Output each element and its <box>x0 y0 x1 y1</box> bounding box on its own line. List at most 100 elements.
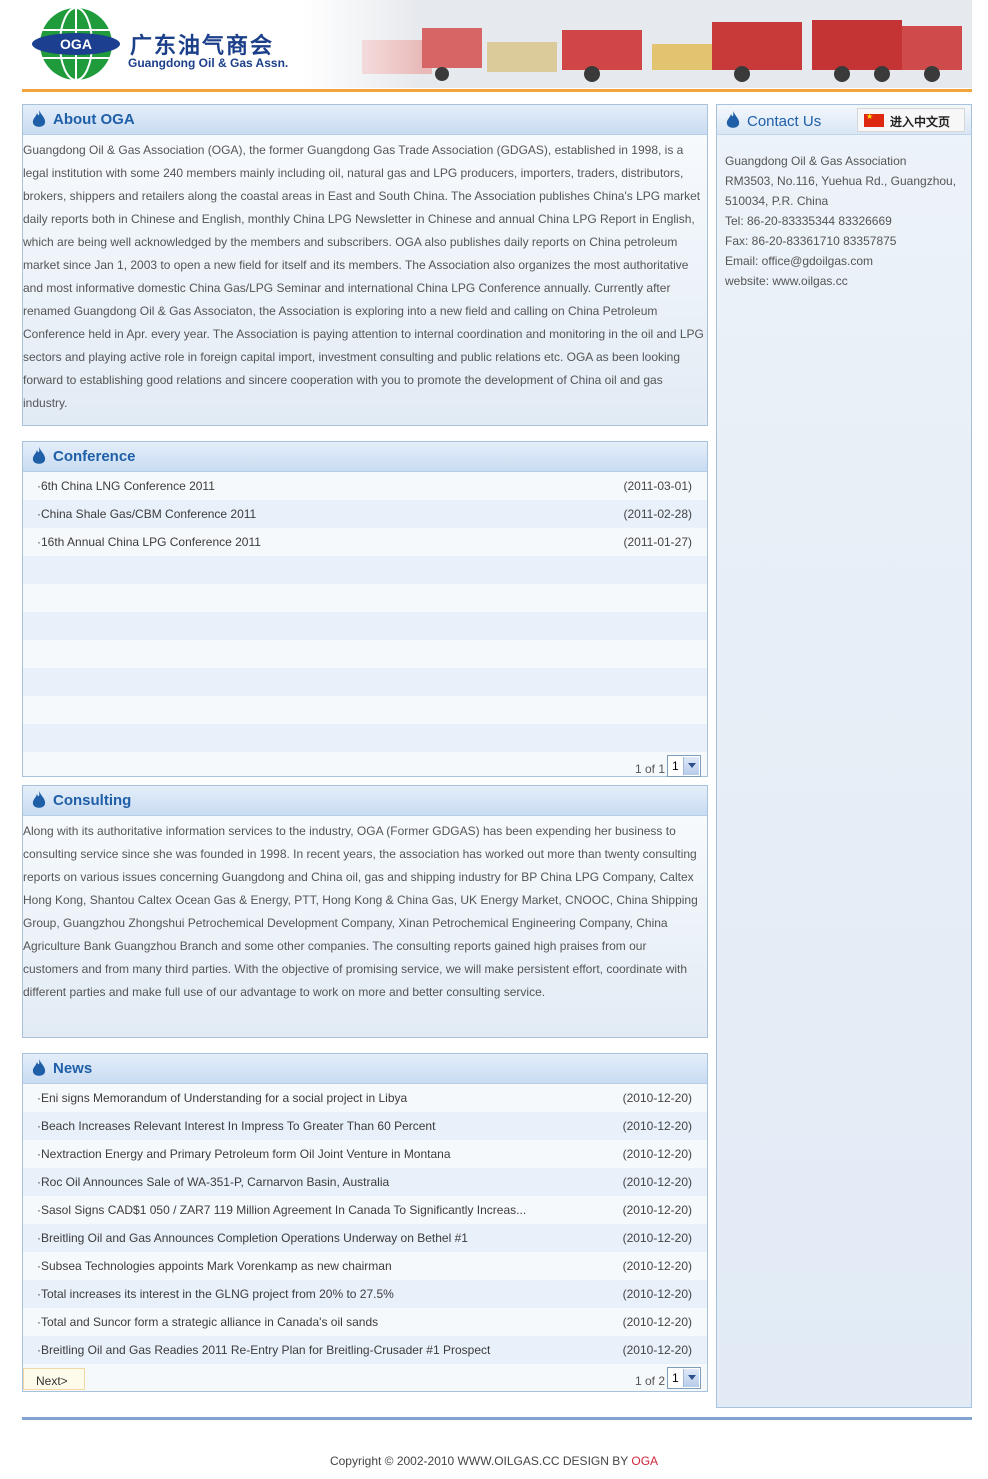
empty-row <box>23 640 707 668</box>
news-panel: News ·Eni signs Memorandum of Understand… <box>22 1053 708 1392</box>
conference-title: Conference <box>53 448 136 465</box>
contact-email[interactable]: Email: office@gdoilgas.com <box>725 251 971 271</box>
contact-line: Guangdong Oil & Gas Association <box>725 154 907 168</box>
empty-row <box>23 612 707 640</box>
header-banner-image <box>302 0 972 88</box>
list-item[interactable]: ·Breitling Oil and Gas Readies 2011 Re-E… <box>23 1336 707 1364</box>
news-item-date: (2010-12-20) <box>622 1175 692 1189</box>
news-item-date: (2010-12-20) <box>622 1287 692 1301</box>
news-title: News <box>53 1060 93 1077</box>
chevron-down-icon[interactable] <box>683 757 699 775</box>
news-item-title[interactable]: ·Nextraction Energy and Primary Petroleu… <box>37 1147 451 1161</box>
news-item-date: (2010-12-20) <box>622 1119 692 1133</box>
flame-icon <box>32 447 46 464</box>
flame-icon <box>32 791 46 808</box>
news-item-date: (2010-12-20) <box>622 1203 692 1217</box>
logo-english-name: Guangdong Oil & Gas Assn. <box>128 56 289 70</box>
page-info: 1 of 1 <box>634 762 665 776</box>
list-item[interactable]: ·China Shale Gas/CBM Conference 2011 (20… <box>23 500 707 528</box>
news-item-date: (2010-12-20) <box>622 1259 692 1273</box>
list-item[interactable]: ·Roc Oil Announces Sale of WA-351-P, Car… <box>23 1168 707 1196</box>
news-item-title[interactable]: ·Beach Increases Relevant Interest In Im… <box>37 1119 435 1133</box>
news-list: ·Eni signs Memorandum of Understanding f… <box>23 1084 707 1364</box>
conference-item-title[interactable]: ·16th Annual China LPG Conference 2011 <box>37 535 261 549</box>
list-item[interactable]: ·Beach Increases Relevant Interest In Im… <box>23 1112 707 1140</box>
consulting-header: Consulting <box>23 786 707 816</box>
flame-icon <box>32 1059 46 1076</box>
conference-panel: Conference ·6th China LNG Conference 201… <box>22 441 708 777</box>
conference-list: ·6th China LNG Conference 2011 (2011-03-… <box>23 472 707 752</box>
copyright-text: Copyright © 2002-2010 WWW.OILGAS.CC DESI… <box>329 1454 632 1468</box>
about-text: Guangdong Oil & Gas Association (OGA), t… <box>23 135 707 425</box>
contact-sidebar: Contact Us 进入中文页 Guangdong Oil & Gas Ass… <box>716 104 972 1408</box>
about-header: About OGA <box>23 105 707 135</box>
conference-item-date: (2011-01-27) <box>623 535 692 549</box>
contact-title: Contact Us <box>747 113 822 130</box>
list-item[interactable]: ·Total increases its interest in the GLN… <box>23 1280 707 1308</box>
flame-icon <box>726 111 740 128</box>
news-header: News <box>23 1054 707 1084</box>
consulting-text: Along with its authoritative information… <box>23 816 707 1037</box>
consulting-title: Consulting <box>53 792 132 809</box>
conference-item-date: (2011-03-01) <box>623 479 692 493</box>
conference-item-date: (2011-02-28) <box>623 507 692 521</box>
chevron-down-icon[interactable] <box>683 1369 699 1387</box>
empty-row <box>23 724 707 752</box>
trucks-banner-icon <box>302 0 972 88</box>
contact-header: Contact Us 进入中文页 <box>717 105 971 135</box>
china-flag-icon <box>864 112 884 127</box>
page-select-value: 1 <box>672 1371 679 1385</box>
empty-row <box>23 668 707 696</box>
empty-row <box>23 696 707 724</box>
conference-item-title[interactable]: ·China Shale Gas/CBM Conference 2011 <box>37 507 256 521</box>
page-select-value: 1 <box>672 759 679 773</box>
copyright: Copyright © 2002-2010 WWW.OILGAS.CC DESI… <box>0 1454 988 1468</box>
news-item-title[interactable]: ·Subsea Technologies appoints Mark Voren… <box>37 1259 392 1273</box>
news-item-date: (2010-12-20) <box>622 1343 692 1357</box>
globe-logo-icon: OGA <box>32 7 120 81</box>
news-item-date: (2010-12-20) <box>622 1231 692 1245</box>
contact-line: Tel: 86-20-83335344 83326669 <box>725 214 892 228</box>
conference-item-title[interactable]: ·6th China LNG Conference 2011 <box>37 479 215 493</box>
contact-line: Fax: 86-20-83361710 83357875 <box>725 234 897 248</box>
news-item-title[interactable]: ·Sasol Signs CAD$1 050 / ZAR7 119 Millio… <box>37 1203 526 1217</box>
site-header: OGA 广东油气商会 Guangdong Oil & Gas Assn. <box>22 0 972 92</box>
news-item-date: (2010-12-20) <box>622 1315 692 1329</box>
about-panel: About OGA Guangdong Oil & Gas Associatio… <box>22 104 708 426</box>
news-item-title[interactable]: ·Total increases its interest in the GLN… <box>37 1287 394 1301</box>
list-item[interactable]: ·Subsea Technologies appoints Mark Voren… <box>23 1252 707 1280</box>
list-item[interactable]: ·Sasol Signs CAD$1 050 / ZAR7 119 Millio… <box>23 1196 707 1224</box>
list-item[interactable]: ·16th Annual China LPG Conference 2011 (… <box>23 528 707 556</box>
empty-row <box>23 584 707 612</box>
conference-header: Conference <box>23 442 707 472</box>
chinese-page-label: 进入中文页 <box>890 115 951 129</box>
news-item-date: (2010-12-20) <box>622 1147 692 1161</box>
contact-line: 510034, P.R. China <box>725 194 829 208</box>
list-item[interactable]: ·6th China LNG Conference 2011 (2011-03-… <box>23 472 707 500</box>
about-title: About OGA <box>53 111 135 128</box>
news-item-title[interactable]: ·Breitling Oil and Gas Readies 2011 Re-E… <box>37 1343 490 1357</box>
chinese-page-link[interactable]: 进入中文页 <box>857 108 965 132</box>
consulting-panel: Consulting Along with its authoritative … <box>22 785 708 1038</box>
page-select[interactable]: 1 <box>667 1367 701 1389</box>
list-item[interactable]: ·Breitling Oil and Gas Announces Complet… <box>23 1224 707 1252</box>
news-pager: Next> 1 of 2 1 <box>23 1364 707 1394</box>
list-item[interactable]: ·Nextraction Energy and Primary Petroleu… <box>23 1140 707 1168</box>
logo-badge-text: OGA <box>60 36 92 52</box>
list-item[interactable]: ·Eni signs Memorandum of Understanding f… <box>23 1084 707 1112</box>
list-item[interactable]: ·Total and Suncor form a strategic allia… <box>23 1308 707 1336</box>
news-item-title[interactable]: ·Roc Oil Announces Sale of WA-351-P, Car… <box>37 1175 389 1189</box>
contact-line: RM3503, No.116, Yuehua Rd., Guangzhou, <box>725 174 957 188</box>
footer-brand-link[interactable]: OGA <box>631 1454 658 1468</box>
contact-info: Guangdong Oil & Gas Association RM3503, … <box>717 135 971 291</box>
news-item-title[interactable]: ·Eni signs Memorandum of Understanding f… <box>37 1091 407 1105</box>
empty-row <box>23 556 707 584</box>
news-item-title[interactable]: ·Breitling Oil and Gas Announces Complet… <box>37 1231 468 1245</box>
page-info: 1 of 2 <box>634 1374 665 1388</box>
site-logo[interactable]: OGA 广东油气商会 Guangdong Oil & Gas Assn. <box>32 6 332 84</box>
next-page-button[interactable]: Next> <box>23 1368 85 1390</box>
page-select[interactable]: 1 <box>667 755 701 777</box>
news-item-title[interactable]: ·Total and Suncor form a strategic allia… <box>37 1315 378 1329</box>
footer-divider <box>22 1417 972 1420</box>
contact-website[interactable]: website: www.oilgas.cc <box>725 271 971 291</box>
